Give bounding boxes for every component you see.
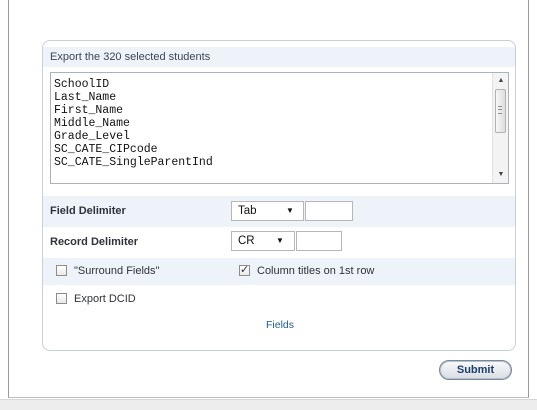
field-list-box[interactable]: SchoolID Last_Name First_Name Middle_Nam…: [50, 72, 509, 184]
surround-fields-label: "Surround Fields": [74, 265, 160, 277]
field-delimiter-row: Field Delimiter Tab ▼: [43, 196, 515, 227]
column-titles-label: Column titles on 1st row: [257, 265, 375, 277]
field-delimiter-custom-input[interactable]: [305, 201, 353, 221]
fields-link[interactable]: Fields: [43, 319, 515, 331]
field-delimiter-label: Field Delimiter: [50, 205, 126, 217]
field-list-scrollbar[interactable]: ▲ ▼: [492, 73, 508, 183]
field-list-item[interactable]: SC_CATE_SingleParentInd: [54, 156, 213, 169]
export-dcid-checkbox[interactable]: [56, 293, 67, 304]
field-delimiter-select[interactable]: Tab ▼: [231, 201, 304, 221]
field-list-item[interactable]: Middle_Name: [54, 117, 213, 130]
scroll-down-arrow-icon[interactable]: ▼: [496, 169, 506, 181]
chevron-down-icon: ▼: [276, 236, 284, 245]
submit-button[interactable]: Submit: [439, 360, 512, 380]
record-delimiter-value: CR: [238, 235, 255, 247]
export-dcid-row: Export DCID: [43, 285, 515, 311]
record-delimiter-custom-input[interactable]: [296, 231, 342, 251]
export-dcid-label: Export DCID: [74, 293, 136, 305]
thumb-grip-icon: [498, 106, 502, 114]
field-list-item[interactable]: SchoolID: [54, 78, 213, 91]
chevron-down-icon: ▼: [286, 206, 294, 215]
options-row: "Surround Fields" Column titles on 1st r…: [43, 258, 515, 285]
field-list-item[interactable]: Last_Name: [54, 91, 213, 104]
field-delimiter-value: Tab: [238, 205, 257, 217]
field-list-item[interactable]: SC_CATE_CIPcode: [54, 143, 213, 156]
field-list[interactable]: SchoolID Last_Name First_Name Middle_Nam…: [54, 78, 213, 169]
scroll-up-arrow-icon[interactable]: ▲: [496, 75, 506, 87]
surround-fields-checkbox[interactable]: [56, 265, 67, 276]
field-list-item[interactable]: Grade_Level: [54, 130, 213, 143]
field-list-item[interactable]: First_Name: [54, 104, 213, 117]
column-titles-checkbox[interactable]: [239, 263, 250, 277]
record-delimiter-label: Record Delimiter: [50, 236, 139, 248]
footer-bar: [0, 399, 537, 410]
export-panel: Export the 320 selected students SchoolI…: [42, 40, 516, 351]
record-delimiter-select[interactable]: CR ▼: [231, 231, 295, 251]
export-header: Export the 320 selected students: [43, 47, 515, 67]
record-delimiter-row: Record Delimiter CR ▼: [43, 227, 515, 258]
